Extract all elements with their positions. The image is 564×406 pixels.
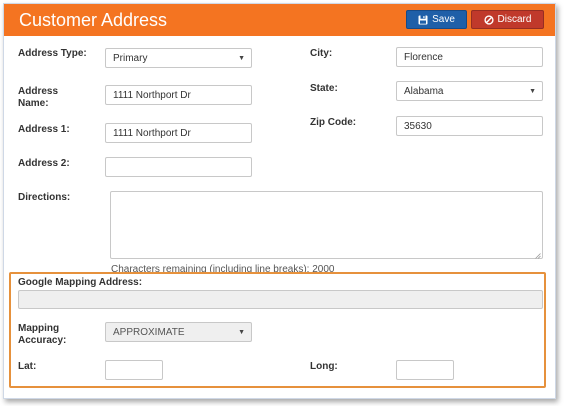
address2-label: Address 2: — [18, 158, 70, 169]
zip-label: Zip Code: — [310, 117, 357, 128]
directions-textarea[interactable] — [110, 191, 543, 259]
city-label: City: — [310, 48, 333, 59]
panel-header: Customer Address Save Discard — [4, 4, 555, 36]
save-button[interactable]: Save — [406, 10, 467, 29]
page-title: Customer Address — [19, 10, 168, 30]
city-value: Florence — [404, 51, 443, 63]
state-value: Alabama — [404, 85, 444, 97]
ban-circle-icon — [483, 14, 494, 25]
floppy-disk-icon — [418, 15, 428, 25]
resize-handle-icon[interactable] — [535, 251, 541, 259]
lat-label: Lat: — [18, 361, 37, 372]
save-button-label: Save — [432, 14, 455, 25]
lat-input[interactable] — [105, 360, 163, 380]
mapping-accuracy-value: APPROXIMATE — [113, 326, 185, 338]
address-type-label: Address Type: — [18, 48, 87, 59]
google-mapping-label: Google Mapping Address: — [18, 277, 143, 288]
long-input[interactable] — [396, 360, 454, 380]
zip-input[interactable]: 35630 — [396, 116, 543, 136]
mapping-accuracy-select[interactable]: APPROXIMATE ▼ — [105, 322, 252, 342]
state-select[interactable]: Alabama ▼ — [396, 81, 543, 101]
address-name-input[interactable]: 1111 Northport Dr — [105, 85, 252, 105]
address1-label: Address 1: — [18, 124, 70, 135]
address-name-label: Address Name: — [18, 86, 59, 109]
mapping-accuracy-label: Mapping Accuracy: — [18, 323, 67, 346]
state-label: State: — [310, 83, 338, 94]
address2-input[interactable] — [105, 157, 252, 177]
discard-button[interactable]: Discard — [471, 10, 544, 29]
address1-value: 1111 Northport Dr — [113, 127, 191, 139]
address-type-value: Primary — [113, 52, 148, 64]
discard-button-label: Discard — [497, 14, 532, 25]
address1-input[interactable]: 1111 Northport Dr — [105, 123, 252, 143]
chevron-down-icon: ▼ — [529, 87, 536, 95]
address-name-value: 1111 Northport Dr — [113, 89, 191, 101]
directions-label: Directions: — [18, 192, 71, 203]
customer-address-panel: Customer Address Save Discard Address Ty… — [3, 3, 556, 399]
chevron-down-icon: ▼ — [238, 328, 245, 336]
city-input[interactable]: Florence — [396, 47, 543, 67]
zip-value: 35630 — [404, 120, 432, 132]
google-mapping-input[interactable] — [18, 290, 543, 309]
address-type-select[interactable]: Primary ▼ — [105, 48, 252, 68]
chevron-down-icon: ▼ — [238, 54, 245, 62]
long-label: Long: — [310, 361, 338, 372]
